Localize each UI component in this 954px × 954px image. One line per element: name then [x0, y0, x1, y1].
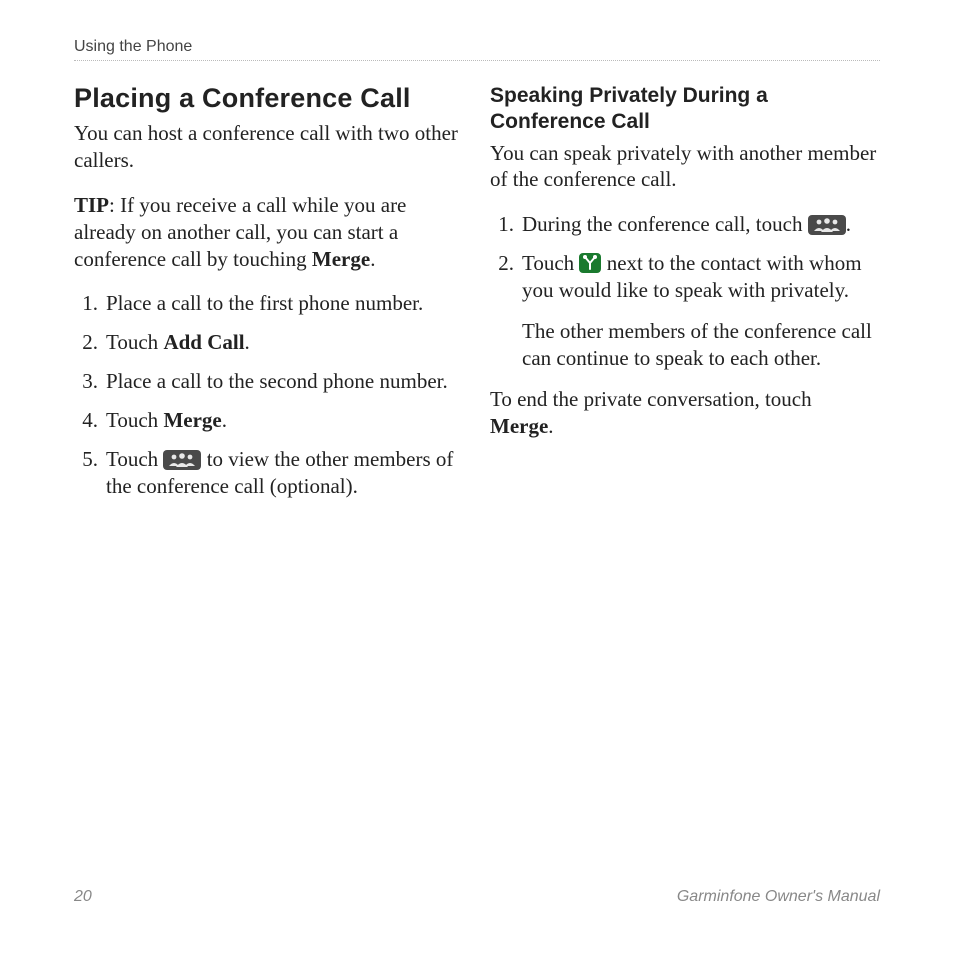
r-step-1: During the conference call, touch . [512, 211, 880, 238]
step-2: Touch Add Call. [96, 329, 464, 356]
r-step-2: Touch next to the contact with who [512, 250, 880, 372]
step-5a: Touch [106, 447, 163, 471]
step-4-merge: Merge [163, 408, 221, 432]
page-number: 20 [74, 888, 92, 906]
step-4c: . [222, 408, 227, 432]
section-header: Using the Phone [74, 38, 192, 55]
closing-a: To end the private conversation, touch [490, 387, 812, 411]
step-2c: . [245, 330, 250, 354]
members-icon [808, 215, 846, 235]
r-step-2-continue: The other members of the conference call… [522, 318, 880, 372]
tip-label: TIP [74, 193, 109, 217]
members-icon [163, 450, 201, 470]
steps-list-right: During the conference call, touch . Touc… [490, 211, 880, 371]
step-3-text: Place a call to the second phone number. [106, 369, 448, 393]
step-4a: Touch [106, 408, 163, 432]
right-column: Speaking Privately During a Conference C… [490, 83, 880, 512]
tip-merge: Merge [312, 247, 370, 271]
heading-speaking-privately: Speaking Privately During a Conference C… [490, 83, 880, 136]
left-column: Placing a Conference Call You can host a… [74, 83, 464, 512]
closing-merge: Merge [490, 414, 548, 438]
footer: 20 Garminfone Owner's Manual [74, 888, 880, 906]
intro-paragraph: You can host a conference call with two … [74, 120, 464, 174]
r-step-1a: During the conference call, touch [522, 212, 808, 236]
step-4: Touch Merge. [96, 407, 464, 434]
split-icon [579, 253, 601, 273]
r-step-2a: Touch [522, 251, 579, 275]
step-1: Place a call to the first phone number. [96, 290, 464, 317]
step-1-text: Place a call to the first phone number. [106, 291, 423, 315]
intro-paragraph-right: You can speak privately with another mem… [490, 140, 880, 194]
closing-b: . [548, 414, 553, 438]
tip-text-b: . [370, 247, 375, 271]
step-5: Touch to view the other members of the c… [96, 446, 464, 500]
header-rule: Using the Phone [74, 38, 880, 61]
content-columns: Placing a Conference Call You can host a… [74, 83, 880, 512]
step-3: Place a call to the second phone number. [96, 368, 464, 395]
closing-paragraph: To end the private conversation, touch M… [490, 386, 880, 440]
tip-paragraph: TIP: If you receive a call while you are… [74, 192, 464, 273]
heading-placing-conference-call: Placing a Conference Call [74, 83, 464, 114]
r-step-1b: . [846, 212, 851, 236]
step-2-add-call: Add Call [163, 330, 244, 354]
manual-title: Garminfone Owner's Manual [677, 888, 880, 906]
step-2a: Touch [106, 330, 163, 354]
tip-sep: : [109, 193, 120, 217]
steps-list-left: Place a call to the first phone number. … [74, 290, 464, 499]
